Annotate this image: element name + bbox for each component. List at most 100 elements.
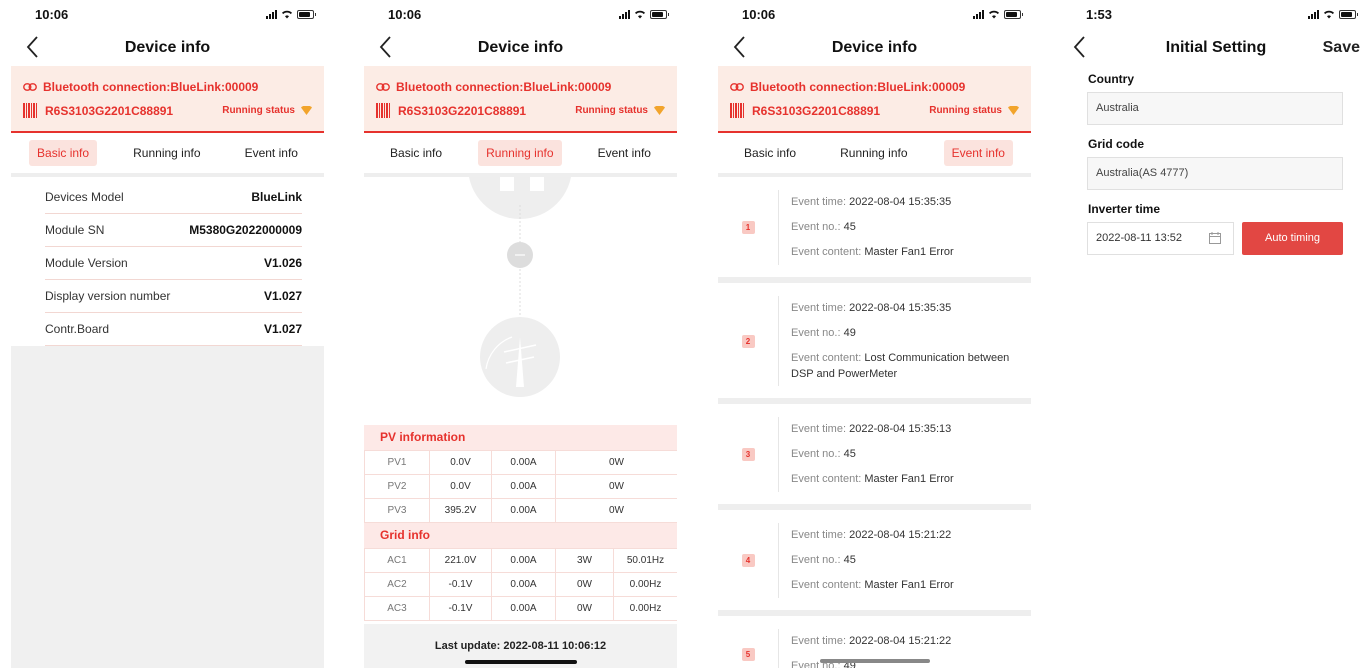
tab-running-info[interactable]: Running info [832,140,915,166]
event-time-label: Event time: [791,196,847,208]
page-title: Device info [831,39,918,56]
table-cell: 0W [555,572,614,597]
tab-basic-info[interactable]: Basic info [382,140,450,166]
tab-bar: Basic info Running info Event info [718,133,1031,177]
grid-code-select[interactable]: Australia(AS 4777) [1087,157,1343,190]
status-bar: 10:06 [11,0,324,30]
event-content-label: Event content: [791,473,862,485]
link-icon [23,83,37,91]
home-indicator[interactable] [819,659,930,663]
event-item[interactable]: 4 Event time: 2022-08-04 15:21:22 Event … [718,510,1031,616]
battery-icon [1339,9,1358,19]
tab-event-info[interactable]: Event info [237,140,306,166]
info-row: Display version number V1.027 [45,280,302,313]
info-key: Module Version [45,256,128,270]
info-value: V1.027 [263,322,302,336]
basic-info-list: Devices Model BlueLink Module SN M5380G202… [11,177,324,346]
event-no: 45 [843,448,856,460]
back-chevron-icon[interactable] [23,34,45,60]
battery-icon [297,9,316,19]
back-chevron-icon[interactable] [1072,34,1092,60]
table-cell: 0.00Hz [613,596,677,621]
barcode-icon [730,103,745,118]
event-content: Master Fan1 Error [864,473,954,485]
tab-event-info[interactable]: Event info [943,140,1013,166]
table-cell: -0.1V [429,596,492,621]
table-cell: 0W [555,498,677,523]
running-status-label: Running status [222,105,295,116]
energy-flow-graphic [468,167,572,397]
status-time: 10:06 [35,7,69,22]
event-time-label: Event time: [791,529,847,541]
info-row: Module SN M5380G2022000009 [45,214,302,247]
status-time: 1:53 [1086,7,1113,22]
signal-icon [266,9,277,19]
table-cell: 0.00A [491,596,556,621]
running-status: Running status [575,105,665,116]
table-cell: 0W [555,474,677,499]
back-chevron-icon[interactable] [730,34,752,60]
table-cell: 0.0V [429,450,492,475]
screen-running-info: 10:06 Device info Bluetooth connection:B… [364,0,677,668]
event-time: 2022-08-04 15:35:35 [849,302,952,314]
connection-banner: Bluetooth connection:BlueLink:00009 R6S3… [364,66,677,133]
info-key: Devices Model [45,190,124,204]
event-time: 2022-08-04 15:21:22 [849,635,952,647]
event-time: 2022-08-04 15:21:22 [849,529,952,541]
back-chevron-icon[interactable] [376,34,398,60]
status-bar: 1:53 [1072,0,1360,30]
event-index-badge: 1 [741,221,755,234]
pv-table: PV1 0.0V 0.00A 0W PV2 0.0V 0.00A 0W PV3 395.2V 0… [364,450,677,523]
tab-basic-info[interactable]: Basic info [29,140,98,166]
last-update-text: Last update: 2022-08-11 10:06:12 [434,640,607,652]
info-row: Devices Model BlueLink [45,181,302,214]
save-button[interactable]: Save [1323,30,1360,66]
signal-icon [973,9,984,19]
info-value: V1.027 [263,289,302,303]
tab-basic-info[interactable]: Basic info [736,140,804,166]
event-item[interactable]: 1 Event time: 2022-08-04 15:35:35 Event … [718,177,1031,283]
signal-icon [1308,9,1319,19]
event-content-label: Event content: [791,246,862,258]
calendar-icon[interactable] [1209,232,1221,244]
event-no: 45 [843,221,856,233]
connection-text: Bluetooth connection:BlueLink:00009 [43,80,259,94]
tab-running-info[interactable]: Running info [478,140,562,166]
link-icon [730,83,744,91]
event-time-label: Event time: [791,423,847,435]
wifi-icon [989,10,999,19]
pv-information-title: PV information [364,425,677,450]
grid-table: AC1 221.0V 0.00A 3W 50.01Hz AC2 -0.1V 0.00A 0W 0… [364,548,677,621]
wifi-icon [635,10,645,19]
home-indicator[interactable] [464,660,577,664]
country-select[interactable]: Australia [1087,92,1343,125]
event-no: 49 [843,327,856,339]
barcode-icon [23,103,38,118]
table-cell: 0W [555,596,614,621]
signal-icon [619,9,630,19]
grid-info-title: Grid info [364,523,677,548]
inverter-time-row: 2022-08-11 13:52 Auto timing [1087,222,1343,255]
inverter-time-field[interactable]: 2022-08-11 13:52 [1087,222,1234,255]
tab-event-info[interactable]: Event info [590,140,659,166]
event-item[interactable]: 3 Event time: 2022-08-04 15:35:13 Event … [718,404,1031,510]
status-time: 10:06 [388,7,422,22]
empty-area [11,346,324,668]
battery-icon [650,9,669,19]
connection-banner: Bluetooth connection:BlueLink:00009 R6S3… [718,66,1031,133]
info-key: Contr.Board [45,322,110,336]
screen-basic-info: 10:06 Device info Bluetooth connection:B… [11,0,324,668]
inverter-time-value: 2022-08-11 13:52 [1096,232,1183,244]
table-cell: PV3 [364,498,430,523]
running-status-label: Running status [575,105,648,116]
table-cell: PV2 [364,474,430,499]
table-cell: 0.0V [429,474,492,499]
tab-running-info[interactable]: Running info [125,140,208,166]
table-row: PV1 0.0V 0.00A 0W [364,450,677,475]
status-bar: 10:06 [718,0,1031,30]
event-no-label: Event no.: [791,221,841,233]
info-value: M5380G2022000009 [189,223,302,237]
running-status: Running status [222,105,312,116]
event-item[interactable]: 2 Event time: 2022-08-04 15:35:35 Event … [718,283,1031,404]
auto-timing-button[interactable]: Auto timing [1242,222,1343,255]
